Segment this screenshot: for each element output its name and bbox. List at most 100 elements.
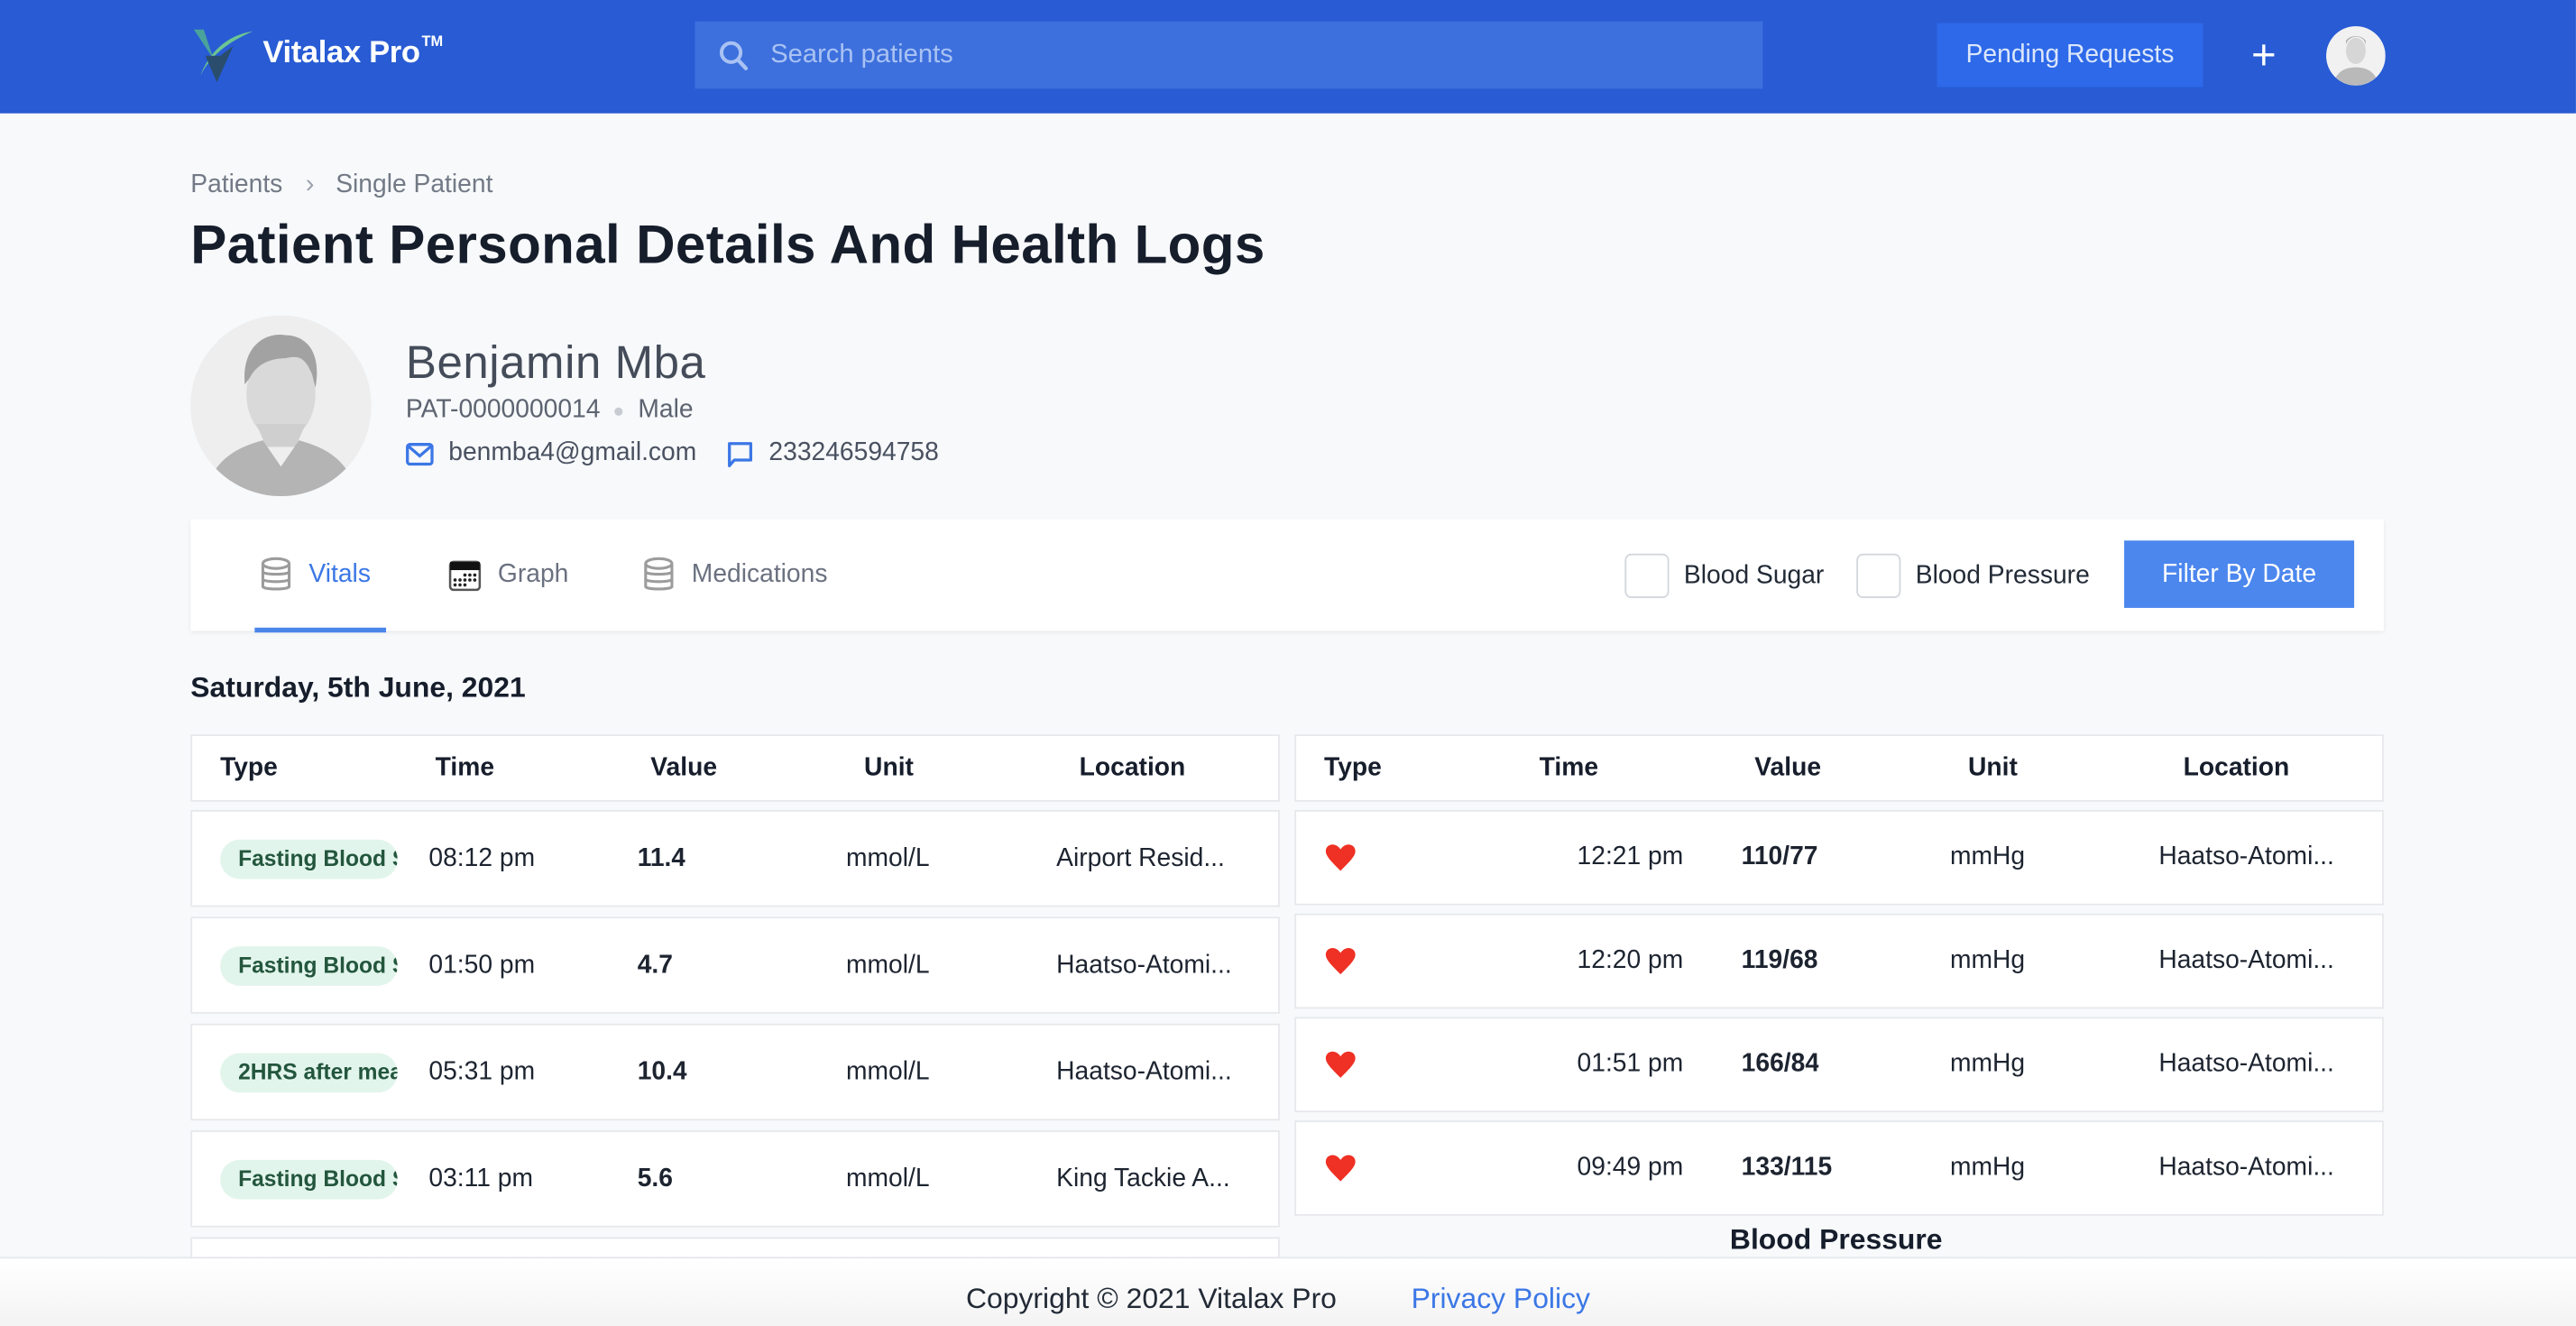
value-cell: 166/84	[1741, 1049, 1820, 1078]
time-cell: 09:49 pm	[1577, 1153, 1684, 1182]
table-row[interactable]: 2HRS after meal 05:31 pm 10.4 mmol/L Haa…	[190, 1023, 1280, 1121]
page-title: Patient Personal Details And Health Logs	[190, 213, 1265, 275]
type-cell: Fasting Blood Sugar	[220, 918, 398, 1012]
header-value: Value	[1754, 753, 1822, 782]
type-cell	[1324, 1122, 1357, 1214]
search-bar[interactable]	[695, 21, 1763, 89]
location-cell: Haatso-Atomi...	[2158, 1049, 2334, 1078]
time-cell: 12:20 pm	[1577, 946, 1684, 975]
patient-meta: PAT-0000000014 Male	[406, 396, 694, 426]
breadcrumb: Patients › Single Patient	[190, 170, 492, 200]
patient-gender: Male	[638, 395, 694, 424]
copyright-text: Copyright © 2021 Vitalax Pro	[965, 1281, 1337, 1315]
brand-name: Vitalax Pro	[262, 36, 420, 71]
location-cell: Haatso-Atomi...	[2158, 1153, 2334, 1182]
location-cell: Airport Resid...	[1056, 843, 1225, 872]
tab-graph[interactable]: Graph	[448, 520, 568, 631]
header-value: Value	[650, 753, 718, 782]
value-cell: 4.7	[637, 950, 673, 979]
vitalax-logo-icon	[193, 29, 253, 83]
top-navbar: Vitalax Pro TM Pending Requests +	[0, 0, 2576, 114]
brand-logo[interactable]: Vitalax Pro TM	[190, 26, 444, 83]
unit-cell: mmol/L	[846, 843, 930, 872]
unit-cell: mmol/L	[846, 950, 930, 979]
type-cell: 2HRS after meal	[220, 1026, 398, 1119]
value-cell: 11.4	[637, 843, 686, 872]
add-icon[interactable]: +	[2244, 32, 2284, 75]
brand-trademark: TM	[421, 32, 444, 50]
database-icon	[261, 557, 291, 591]
database-icon	[644, 557, 674, 591]
table-row[interactable]: Fasting Blood Sugar 03:11 pm 5.6 mmol/L …	[190, 1130, 1280, 1228]
unit-cell: mmHg	[1950, 1049, 2026, 1078]
value-cell: 133/115	[1741, 1153, 1833, 1182]
tab-vitals[interactable]: Vitals	[254, 520, 386, 633]
location-cell: Haatso-Atomi...	[1056, 1057, 1232, 1086]
patient-name: Benjamin Mba	[405, 336, 706, 388]
table-row[interactable]: 01:51 pm 166/84 mmHg Haatso-Atomi...	[1294, 1017, 2384, 1113]
filter-by-date-button[interactable]: Filter By Date	[2124, 540, 2355, 608]
time-cell: 08:12 pm	[428, 843, 536, 872]
header-location: Location	[2183, 753, 2290, 782]
unit-cell: mmHg	[1950, 1153, 2026, 1182]
value-cell: 5.6	[637, 1164, 673, 1192]
tab-label: Vitals	[308, 560, 371, 589]
type-badge: Fasting Blood Sugar	[220, 1158, 398, 1199]
value-cell: 110/77	[1741, 843, 1818, 871]
calendar-icon	[448, 560, 482, 592]
blood-sugar-checkbox[interactable]: Blood Sugar	[1624, 553, 1824, 598]
search-input[interactable]	[767, 38, 1694, 72]
blood-pressure-checkbox[interactable]: Blood Pressure	[1856, 553, 2090, 598]
time-cell: 01:50 pm	[428, 950, 536, 979]
tab-label: Graph	[497, 560, 569, 589]
tab-medications[interactable]: Medications	[642, 520, 827, 631]
message-icon	[728, 441, 753, 467]
header-type: Type	[220, 753, 278, 782]
user-avatar-icon	[2326, 26, 2386, 86]
checkbox-box[interactable]	[1624, 553, 1670, 598]
heart-icon	[1325, 1051, 1356, 1078]
table-row[interactable]: Fasting Blood Sugar 08:12 pm 11.4 mmol/L…	[190, 809, 1280, 907]
tab-label: Medications	[691, 560, 828, 589]
separator-dot	[614, 406, 623, 415]
type-cell	[1324, 916, 1357, 1008]
table-header: Type Time Value Unit Location	[1294, 734, 2384, 802]
table-row[interactable]: Fasting Blood Sugar 01:50 pm 4.7 mmol/L …	[190, 916, 1280, 1014]
time-cell: 03:11 pm	[428, 1164, 534, 1192]
type-badge: Fasting Blood Sugar	[220, 945, 398, 985]
location-cell: Haatso-Atomi...	[1056, 950, 1232, 979]
table-row[interactable]: 12:20 pm 119/68 mmHg Haatso-Atomi...	[1294, 913, 2384, 1009]
type-cell	[1324, 1018, 1357, 1110]
type-badge: Fasting Blood Sugar	[220, 838, 398, 879]
pending-requests-button[interactable]: Pending Requests	[1937, 23, 2203, 87]
header-time: Time	[1539, 753, 1599, 782]
type-cell	[1324, 812, 1357, 904]
location-cell: King Tackie A...	[1056, 1164, 1230, 1192]
heart-icon	[1325, 1155, 1356, 1182]
unit-cell: mmHg	[1950, 843, 2026, 871]
search-icon	[719, 40, 749, 70]
blood-pressure-caption: Blood Pressure	[1729, 1222, 1943, 1256]
patient-avatar	[190, 315, 372, 497]
unit-cell: mmol/L	[846, 1164, 930, 1192]
header-type: Type	[1324, 753, 1382, 782]
checkbox-box[interactable]	[1856, 553, 1901, 598]
type-cell: Fasting Blood Sugar	[220, 812, 398, 906]
type-cell: Fasting Blood Sugar	[220, 1132, 398, 1226]
patient-phone[interactable]: 233246594758	[768, 438, 938, 468]
table-row[interactable]: 12:21 pm 110/77 mmHg Haatso-Atomi...	[1294, 809, 2384, 906]
table-row[interactable]: 09:49 pm 133/115 mmHg Haatso-Atomi...	[1294, 1120, 2384, 1216]
heart-icon	[1325, 844, 1356, 871]
value-cell: 10.4	[637, 1057, 687, 1086]
header-unit: Unit	[1968, 753, 2018, 782]
heart-icon	[1325, 947, 1356, 975]
breadcrumb-patients[interactable]: Patients	[190, 170, 282, 200]
date-heading: Saturday, 5th June, 2021	[190, 670, 526, 704]
tabs-card: Vitals Graph Medications Blood Sugar Blo…	[190, 519, 2384, 633]
checkbox-label: Blood Pressure	[1915, 561, 2090, 589]
patient-email[interactable]: benmba4@gmail.com	[448, 438, 696, 468]
table-header: Type Time Value Unit Location	[190, 734, 1280, 802]
user-avatar[interactable]	[2326, 26, 2386, 86]
chevron-right-icon: ›	[305, 170, 315, 199]
privacy-policy-link[interactable]: Privacy Policy	[1412, 1282, 1590, 1316]
